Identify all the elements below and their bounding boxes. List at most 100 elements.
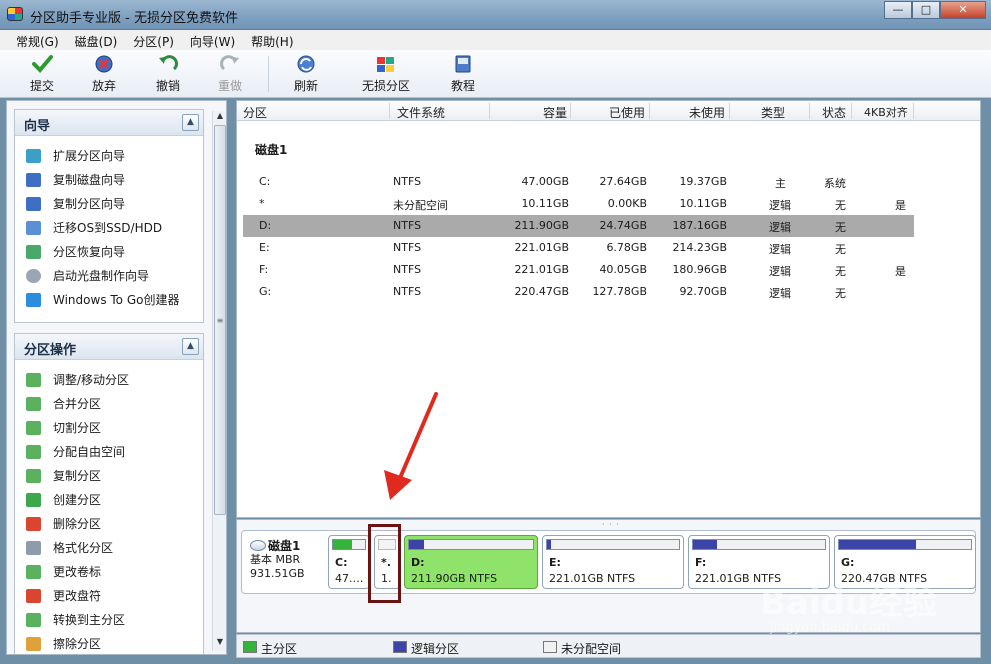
col-partition[interactable]: 分区 xyxy=(243,104,267,121)
redo-button[interactable]: 重做 xyxy=(210,54,250,96)
usage-bar xyxy=(546,539,680,550)
op-change-letter[interactable]: 更改盘符 xyxy=(15,584,203,608)
scroll-down-icon[interactable]: ▼ xyxy=(213,637,226,651)
partition-ops-header: 分区操作 ▲ xyxy=(15,334,203,360)
table-row[interactable]: C: NTFS 47.00GB 27.64GB 19.37GB 主 系统 xyxy=(243,171,914,193)
col-filesystem[interactable]: 文件系统 xyxy=(397,104,445,121)
discard-button[interactable]: 放弃 xyxy=(84,54,124,96)
op-change-label[interactable]: 更改卷标 xyxy=(15,560,203,584)
collapse-ops-button[interactable]: ▲ xyxy=(182,338,199,355)
redo-arrow-icon xyxy=(220,55,239,71)
usage-fill xyxy=(333,540,352,549)
op-resize-move[interactable]: 调整/移动分区 xyxy=(15,368,203,392)
menu-general[interactable]: 常规(G) xyxy=(8,30,67,50)
menu-help[interactable]: 帮助(H) xyxy=(243,30,301,50)
op-create[interactable]: 创建分区 xyxy=(15,488,203,512)
pane-splitter[interactable]: · · · xyxy=(602,520,620,529)
close-button[interactable]: ✕ xyxy=(940,1,986,19)
undo-button[interactable]: 撤销 xyxy=(148,54,188,96)
minimize-button[interactable]: — xyxy=(884,1,912,19)
commit-button[interactable]: 提交 xyxy=(22,54,62,96)
wizard-item-extend[interactable]: 扩展分区向导 xyxy=(15,144,203,168)
op-merge[interactable]: 合并分区 xyxy=(15,392,203,416)
col-type[interactable]: 类型 xyxy=(761,104,785,121)
refresh-button[interactable]: 刷新 xyxy=(286,54,326,96)
op-format[interactable]: 格式化分区 xyxy=(15,536,203,560)
wizard-item-recovery[interactable]: 分区恢复向导 xyxy=(15,240,203,264)
scroll-thumb[interactable]: ≡ xyxy=(214,125,226,515)
partition-ops-panel: 分区操作 ▲ 调整/移动分区 合并分区 切割分区 分配自由空间 复制分区 创建分… xyxy=(14,333,204,654)
convert-icon xyxy=(26,613,41,627)
lossless-partition-button[interactable]: 无损分区 xyxy=(356,54,416,96)
col-status[interactable]: 状态 xyxy=(822,104,846,121)
checkmark-icon xyxy=(32,55,53,73)
disk-info[interactable]: 磁盘1 基本 MBR 931.51GB xyxy=(250,539,305,581)
refresh-label: 刷新 xyxy=(293,79,318,93)
copy-partition-icon xyxy=(26,197,41,211)
table-row[interactable]: G: NTFS 220.47GB 127.78GB 92.70GB 逻辑 无 xyxy=(243,281,914,303)
col-4k-align[interactable]: 4KB对齐 xyxy=(864,104,908,120)
usage-fill xyxy=(409,540,424,549)
op-wipe[interactable]: 擦除分区 xyxy=(15,632,203,654)
partition-recovery-icon xyxy=(26,245,41,259)
partition-detail: 221.01GB NTFS xyxy=(549,572,636,585)
toolbar: 提交 放弃 撤销 重做 刷新 无损分区 教程 xyxy=(0,50,991,98)
col-used[interactable]: 已使用 xyxy=(599,104,645,121)
collapse-wizard-button[interactable]: ▲ xyxy=(182,114,199,131)
menu-partition[interactable]: 分区(P) xyxy=(125,30,182,50)
usage-bar xyxy=(332,539,366,550)
wizard-panel-title: 向导 xyxy=(24,119,51,134)
partition-table: 分区 文件系统 容量 已使用 未使用 类型 状态 4KB对齐 磁盘1 C: NT… xyxy=(236,100,981,518)
scroll-up-icon[interactable]: ▲ xyxy=(213,111,226,125)
op-copy[interactable]: 复制分区 xyxy=(15,464,203,488)
wizard-item-copy-disk[interactable]: 复制磁盘向导 xyxy=(15,168,203,192)
partition-block-d[interactable]: D: 211.90GB NTFS xyxy=(404,535,538,589)
logical-swatch-icon xyxy=(393,641,407,653)
partition-letter: C: xyxy=(335,556,348,569)
table-row[interactable]: F: NTFS 221.01GB 40.05GB 180.96GB 逻辑 无 是 xyxy=(243,259,914,281)
partition-block-e[interactable]: E: 221.01GB NTFS xyxy=(542,535,684,589)
sidebar-scrollbar[interactable]: ▲ ≡ ▼ xyxy=(212,111,226,651)
title-bar: 分区助手专业版 - 无损分区免费软件 — □ ✕ xyxy=(0,0,991,30)
table-row[interactable]: * 未分配空间 10.11GB 0.00KB 10.11GB 逻辑 无 是 xyxy=(243,193,914,215)
menu-disk[interactable]: 磁盘(D) xyxy=(67,30,126,50)
op-convert-primary[interactable]: 转换到主分区 xyxy=(15,608,203,632)
wizard-item-bootable-cd[interactable]: 启动光盘制作向导 xyxy=(15,264,203,288)
op-allocate-free[interactable]: 分配自由空间 xyxy=(15,440,203,464)
resize-icon xyxy=(26,373,41,387)
maximize-button[interactable]: □ xyxy=(912,1,940,19)
wizard-item-copy-partition[interactable]: 复制分区向导 xyxy=(15,192,203,216)
wizard-item-migrate-os[interactable]: 迁移OS到SSD/HDD xyxy=(15,216,203,240)
undo-arrow-icon xyxy=(159,55,178,71)
wizard-item-windows-to-go[interactable]: Windows To Go创建器 xyxy=(15,288,203,312)
toolbar-separator xyxy=(268,56,269,92)
op-split[interactable]: 切割分区 xyxy=(15,416,203,440)
cd-icon xyxy=(26,269,41,283)
table-row[interactable]: E: NTFS 221.01GB 6.78GB 214.23GB 逻辑 无 xyxy=(243,237,914,259)
partition-block-c[interactable]: C: 47.… xyxy=(328,535,370,589)
menu-wizard[interactable]: 向导(W) xyxy=(182,30,243,50)
col-free[interactable]: 未使用 xyxy=(677,104,725,121)
format-icon xyxy=(26,541,41,555)
usage-fill xyxy=(839,540,916,549)
op-delete[interactable]: 删除分区 xyxy=(15,512,203,536)
partition-detail: 211.90GB NTFS xyxy=(411,572,498,585)
table-row-selected[interactable]: D: NTFS 211.90GB 24.74GB 187.16GB 逻辑 无 xyxy=(243,215,914,237)
wizard-panel-header: 向导 ▲ xyxy=(15,110,203,136)
commit-label: 提交 xyxy=(29,79,54,93)
disk-name: 磁盘1 xyxy=(268,539,301,553)
usage-fill xyxy=(693,540,717,549)
app-logo-icon xyxy=(7,7,23,21)
col-divider xyxy=(570,103,571,119)
redo-label: 重做 xyxy=(217,79,242,93)
col-capacity[interactable]: 容量 xyxy=(525,104,567,121)
watermark-url: jingyan.baidu.com xyxy=(770,620,890,635)
label-icon xyxy=(26,565,41,579)
partition-detail: 47.… xyxy=(335,572,364,585)
undo-label: 撤销 xyxy=(155,79,180,93)
col-divider xyxy=(851,103,852,119)
annotation-arrow-icon xyxy=(384,392,438,500)
copy-disk-icon xyxy=(26,173,41,187)
tutorial-button[interactable]: 教程 xyxy=(443,54,483,96)
legend-logical: 逻辑分区 xyxy=(393,640,459,657)
